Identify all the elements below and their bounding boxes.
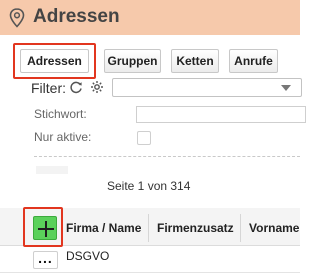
row-menu-button[interactable]: ... (33, 251, 58, 269)
page-header: Adressen (0, 0, 300, 35)
cell-firma: DSGVO (66, 249, 110, 263)
column-separator (148, 214, 149, 242)
stichwort-label: Stichwort: (34, 107, 87, 121)
tab-bar: Adressen Gruppen Ketten Anrufe (0, 43, 300, 79)
column-header-vorname[interactable]: Vorname (249, 221, 299, 235)
filter-label: Filter: (31, 80, 66, 96)
table-row[interactable]: ... DSGVO (0, 247, 300, 273)
tab-ketten[interactable]: Ketten (171, 49, 219, 73)
column-header-firma[interactable]: Firma / Name (66, 221, 141, 235)
tab-adressen[interactable]: Adressen (20, 49, 89, 73)
location-pin-icon (9, 8, 25, 28)
faint-text-placeholder (36, 166, 68, 174)
tab-anrufe[interactable]: Anrufe (229, 49, 278, 73)
page-title: Adressen (33, 6, 120, 27)
settings-icon[interactable] (90, 80, 104, 94)
nur-aktive-checkbox[interactable] (137, 131, 151, 145)
pagination-info: Seite 1 von 314 (107, 179, 191, 193)
refresh-icon[interactable] (69, 80, 83, 94)
column-separator (240, 214, 241, 242)
nur-aktive-label: Nur aktive: (34, 130, 92, 144)
stichwort-input[interactable] (136, 106, 306, 123)
highlight-frame-add (23, 207, 63, 247)
filter-row: Filter: (0, 78, 302, 98)
chevron-down-icon (281, 85, 291, 91)
tab-gruppen[interactable]: Gruppen (104, 49, 161, 73)
filter-select[interactable] (112, 78, 302, 97)
column-header-firmenzusatz[interactable]: Firmenzusatz (157, 221, 234, 235)
divider (34, 156, 300, 157)
